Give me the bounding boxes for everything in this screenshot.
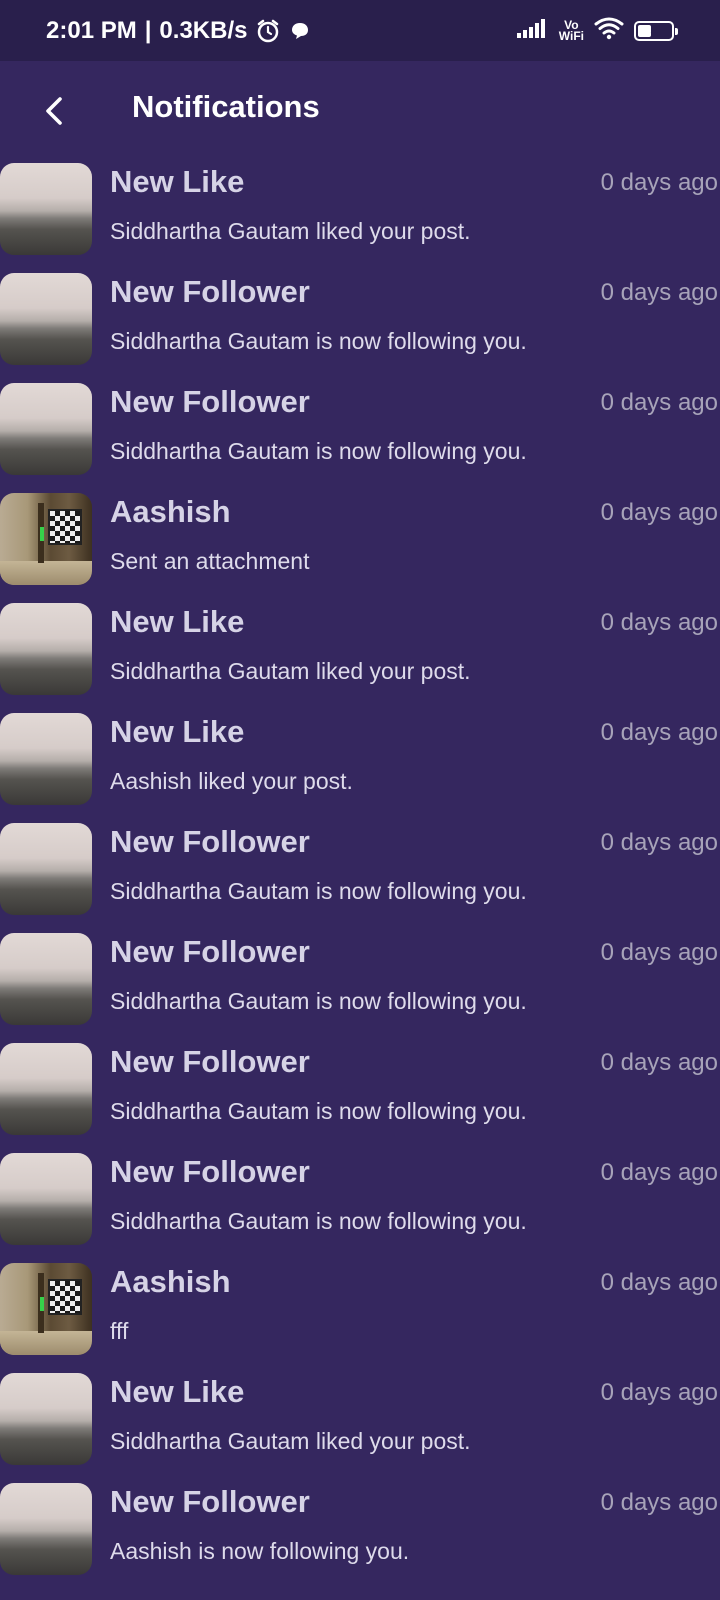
avatar bbox=[0, 383, 92, 475]
notification-item[interactable]: New Follower 0 days ago Siddhartha Gautam … bbox=[0, 271, 720, 381]
notification-title: New Like bbox=[110, 164, 245, 199]
chat-bubble-icon bbox=[289, 20, 311, 42]
status-left: 2:01 PM | 0.3KB/s bbox=[46, 17, 311, 45]
wifi-icon bbox=[594, 16, 624, 45]
notification-title: New Follower bbox=[110, 934, 310, 969]
notification-time: 0 days ago bbox=[600, 1379, 718, 1406]
notification-body: Siddhartha Gautam is now following you. bbox=[110, 438, 527, 464]
notification-body: Aashish is now following you. bbox=[110, 1538, 410, 1564]
notification-body: Siddhartha Gautam is now following you. bbox=[110, 1098, 527, 1124]
notification-title: New Follower bbox=[110, 1044, 310, 1079]
avatar bbox=[0, 273, 92, 365]
notification-item[interactable]: New Follower 0 days ago Siddhartha Gautam … bbox=[0, 931, 720, 1041]
notification-time: 0 days ago bbox=[600, 1269, 718, 1296]
notification-list: New Like 0 days ago Siddhartha Gautam like… bbox=[0, 161, 720, 1591]
notification-time: 0 days ago bbox=[600, 499, 718, 526]
notification-item[interactable]: New Like 0 days ago Aashish liked your pos… bbox=[0, 711, 720, 821]
notification-time: 0 days ago bbox=[600, 279, 718, 306]
vowifi-indicator: Vo WiFi bbox=[558, 19, 584, 43]
status-separator: | bbox=[144, 16, 152, 44]
avatar bbox=[0, 933, 92, 1025]
clock: 2:01 PM bbox=[46, 16, 137, 44]
notification-body: Siddhartha Gautam is now following you. bbox=[110, 988, 527, 1014]
notification-time: 0 days ago bbox=[600, 1489, 718, 1516]
notification-title: New Like bbox=[110, 604, 245, 639]
notification-title: New Follower bbox=[110, 1484, 310, 1519]
notification-item[interactable]: New Follower 0 days ago Siddhartha Gautam … bbox=[0, 1041, 720, 1151]
avatar bbox=[0, 823, 92, 915]
chevron-left-icon bbox=[46, 97, 62, 125]
notification-time: 0 days ago bbox=[600, 609, 718, 636]
notification-body: Siddhartha Gautam liked your post. bbox=[110, 658, 471, 684]
notification-title: Aashish bbox=[110, 494, 231, 529]
avatar bbox=[0, 1373, 92, 1465]
alarm-clock-icon bbox=[255, 18, 281, 44]
notification-body: fff bbox=[110, 1318, 129, 1344]
network-speed: 0.3KB/s bbox=[159, 16, 248, 44]
notification-body: Sent an attachment bbox=[110, 548, 310, 574]
avatar bbox=[0, 163, 92, 255]
notification-title: New Follower bbox=[110, 384, 310, 419]
notification-time: 0 days ago bbox=[600, 719, 718, 746]
page-title: Notifications bbox=[132, 89, 320, 124]
notification-item[interactable]: New Follower 0 days ago Siddhartha Gautam … bbox=[0, 381, 720, 491]
notification-time: 0 days ago bbox=[600, 1159, 718, 1186]
notification-time: 0 days ago bbox=[600, 169, 718, 196]
notification-time: 0 days ago bbox=[600, 1049, 718, 1076]
notification-body: Siddhartha Gautam liked your post. bbox=[110, 1428, 471, 1454]
notification-title: New Follower bbox=[110, 824, 310, 859]
notification-item[interactable]: New Like 0 days ago Siddhartha Gautam like… bbox=[0, 161, 720, 271]
notification-item[interactable]: New Like 0 days ago Siddhartha Gautam like… bbox=[0, 601, 720, 711]
status-right: Vo WiFi 5 bbox=[516, 16, 678, 45]
notification-time: 0 days ago bbox=[600, 829, 718, 856]
avatar bbox=[0, 493, 92, 585]
notification-item[interactable]: New Follower 0 days ago Siddhartha Gautam … bbox=[0, 821, 720, 931]
notification-item[interactable]: Aashish 0 days ago Sent an attachment bbox=[0, 491, 720, 601]
status-bar: 2:01 PM | 0.3KB/s Vo WiFi 5 bbox=[0, 0, 720, 61]
notification-title: New Follower bbox=[110, 1154, 310, 1189]
notification-item[interactable]: New Like 0 days ago Siddhartha Gautam like… bbox=[0, 1371, 720, 1481]
app-bar: Notifications bbox=[0, 61, 720, 161]
avatar bbox=[0, 713, 92, 805]
back-button[interactable] bbox=[34, 91, 74, 131]
notification-title: New Like bbox=[110, 714, 245, 749]
notification-body: Siddhartha Gautam liked your post. bbox=[110, 218, 471, 244]
notification-time: 0 days ago bbox=[600, 389, 718, 416]
notification-title: New Follower bbox=[110, 274, 310, 309]
notification-item[interactable]: Aashish 0 days ago fff bbox=[0, 1261, 720, 1371]
avatar bbox=[0, 1043, 92, 1135]
avatar bbox=[0, 603, 92, 695]
vowifi-bottom: WiFi bbox=[558, 28, 584, 43]
notification-body: Siddhartha Gautam is now following you. bbox=[110, 328, 527, 354]
notification-body: Siddhartha Gautam is now following you. bbox=[110, 1208, 527, 1234]
notification-body: Aashish liked your post. bbox=[110, 768, 353, 794]
notification-item[interactable]: New Follower 0 days ago Aashish is now fol… bbox=[0, 1481, 720, 1591]
avatar bbox=[0, 1153, 92, 1245]
notification-time: 0 days ago bbox=[600, 939, 718, 966]
battery-level: 5 bbox=[650, 23, 658, 38]
signal-bars-icon bbox=[516, 17, 549, 44]
notification-title: New Like bbox=[110, 1374, 245, 1409]
notification-item[interactable]: New Follower 0 days ago Siddhartha Gautam … bbox=[0, 1151, 720, 1261]
avatar bbox=[0, 1483, 92, 1575]
battery-icon: 5 bbox=[634, 20, 678, 41]
avatar bbox=[0, 1263, 92, 1355]
notification-title: Aashish bbox=[110, 1264, 231, 1299]
notification-body: Siddhartha Gautam is now following you. bbox=[110, 878, 527, 904]
